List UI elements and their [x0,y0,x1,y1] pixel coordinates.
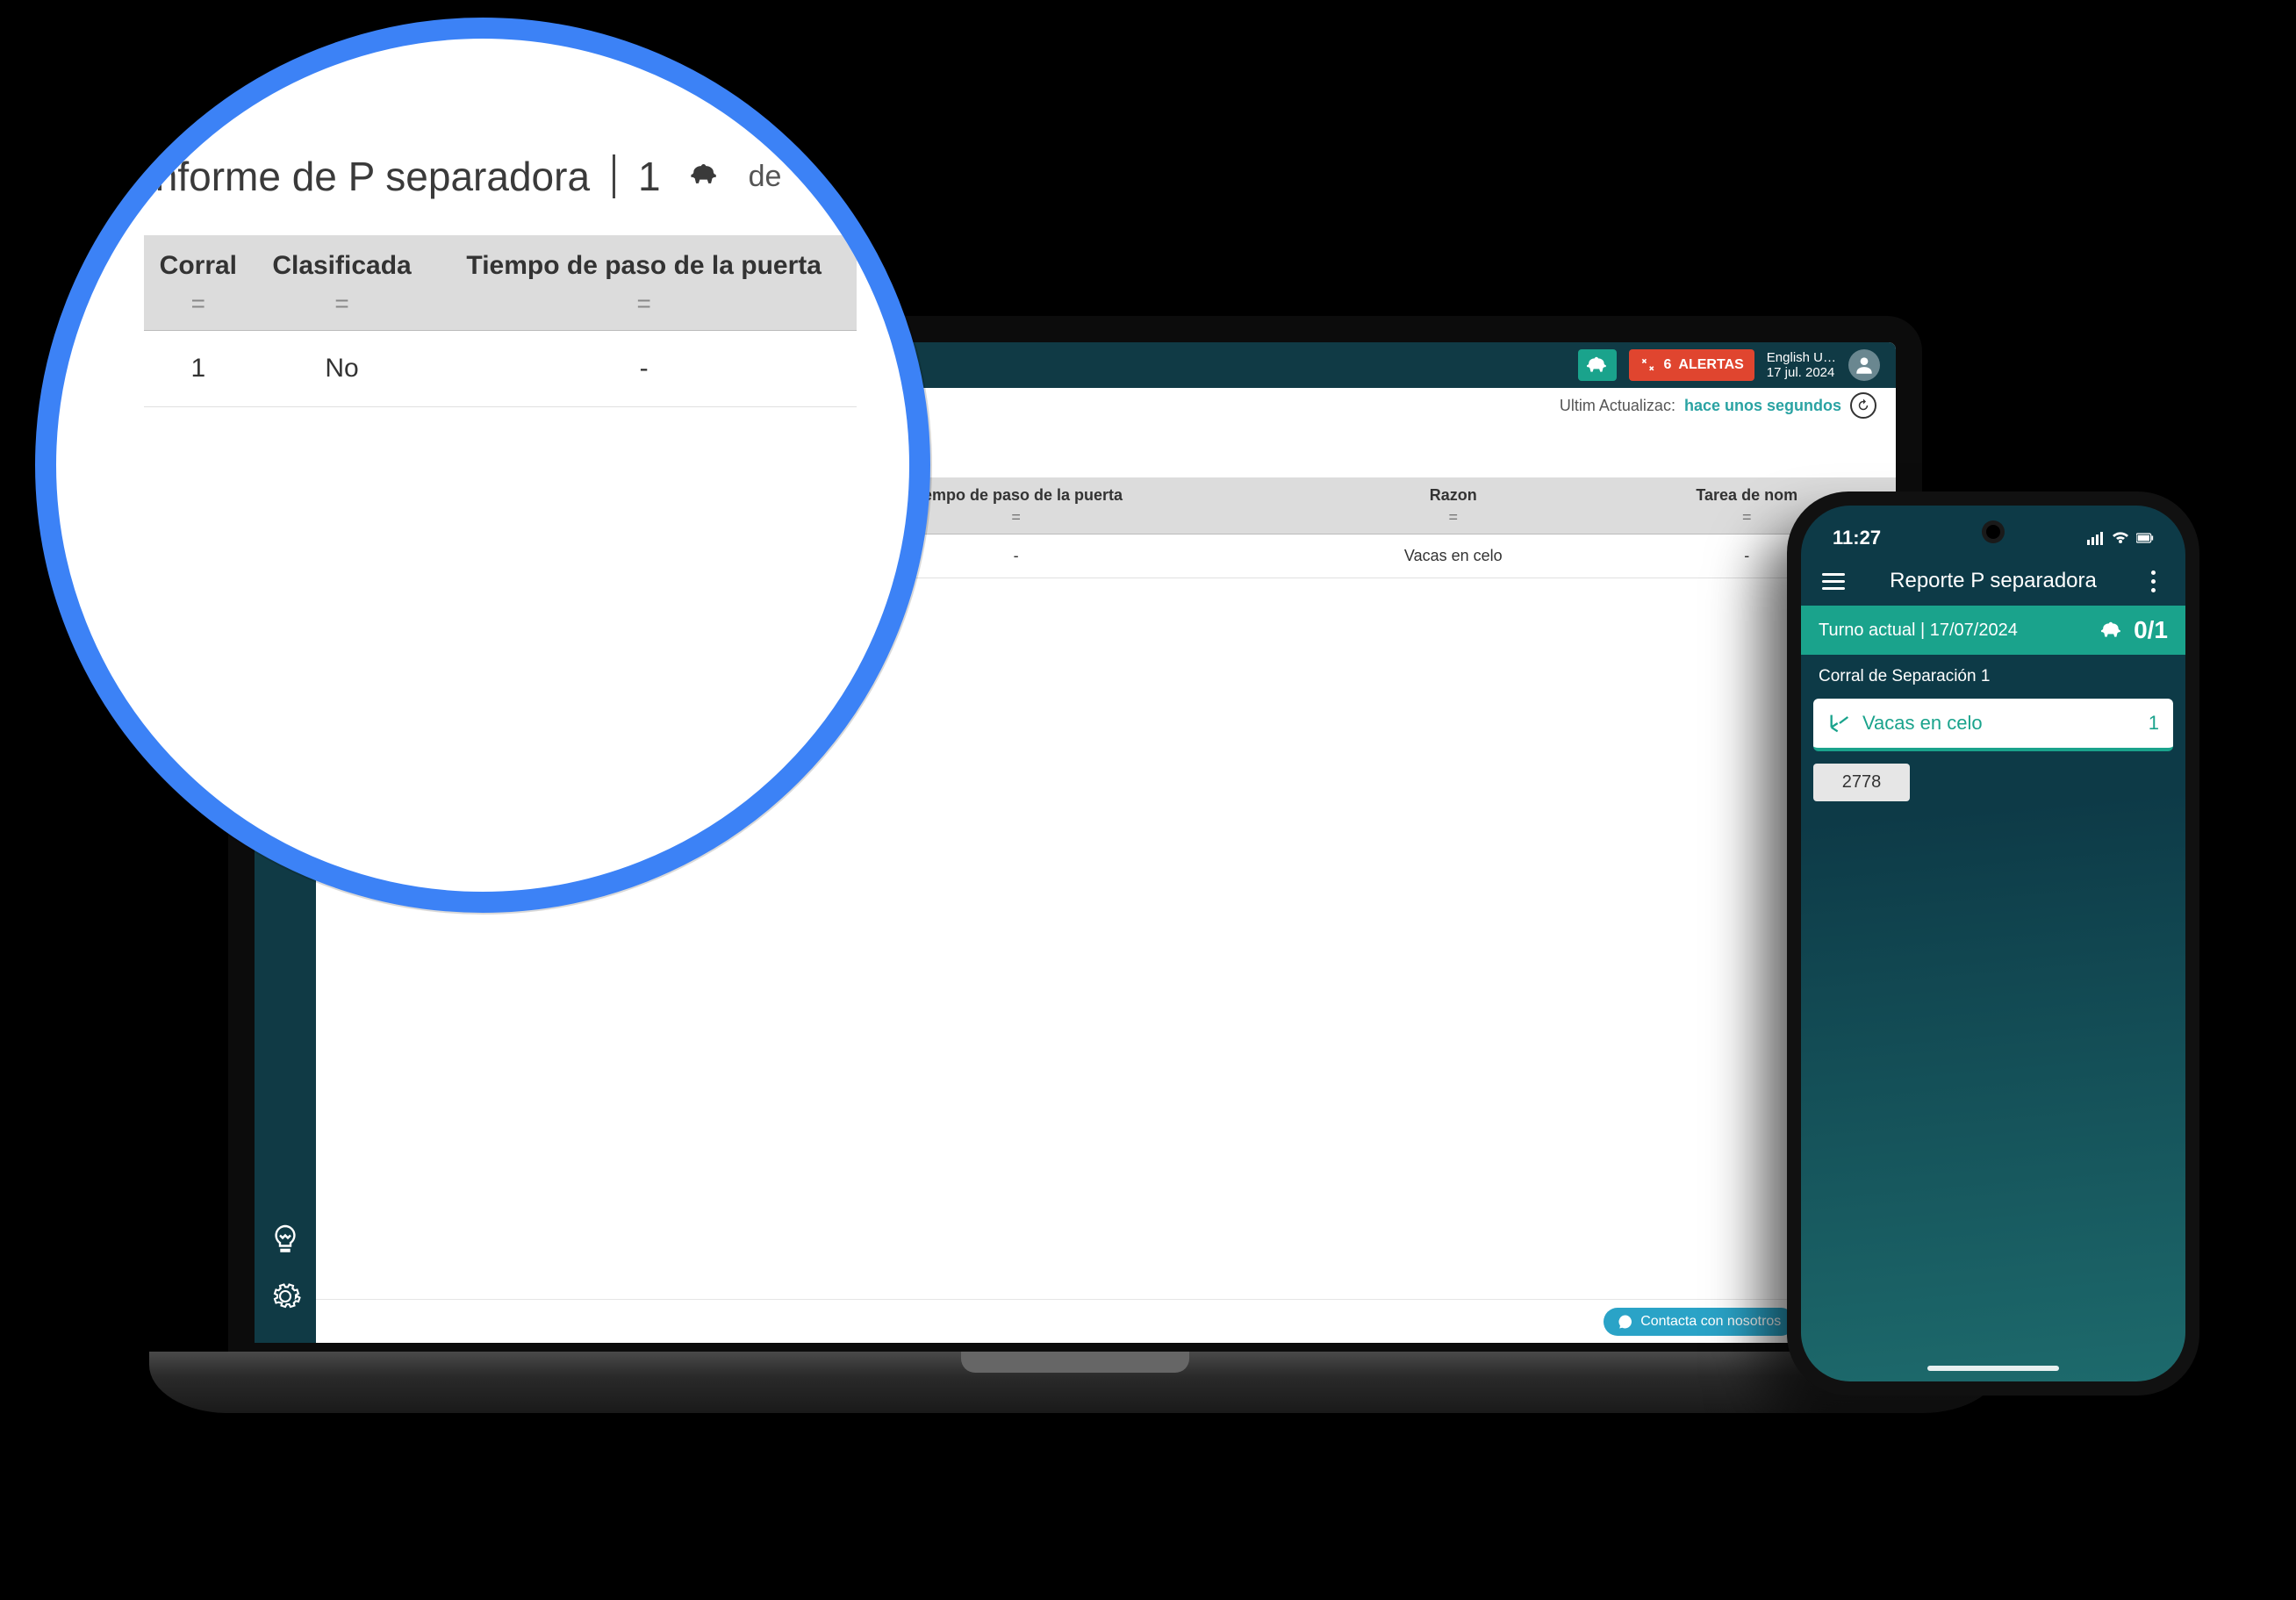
mag-col-corral[interactable]: Corral [144,235,253,286]
update-label: Ultim Actualizac: [1560,397,1675,415]
settings-icon[interactable] [269,1281,301,1317]
mag-title: Informe de P separadora [144,153,590,200]
language-date[interactable]: English U… 17 jul. 2024 [1767,350,1836,381]
battery-icon [2136,531,2154,545]
menu-button[interactable] [1820,573,1847,590]
shift-count: 0/1 [2134,616,2168,644]
topbar-date: 17 jul. 2024 [1767,365,1836,380]
sort-gate-icon [1827,711,1852,735]
card-label: Vacas en celo [1862,712,1983,735]
phone-camera [1986,525,2000,539]
mag-total: 1 [804,160,821,194]
wifi-icon [2112,531,2129,545]
alerts-button[interactable]: 6 ALERTAS [1629,349,1754,381]
cow-run-icon [2097,619,2127,642]
home-indicator[interactable] [1927,1366,2059,1371]
section-label: Corral de Separación 1 [1801,655,2185,699]
mag-header: Informe de P separadora 1 de 1 [144,153,857,200]
card-count: 1 [2149,712,2159,735]
phone-frame: 11:27 Reporte P separadora Turno actual … [1787,491,2199,1396]
shift-bar[interactable]: Turno actual | 17/07/2024 0/1 [1801,606,2185,655]
reason-card[interactable]: Vacas en celo 1 [1813,699,2173,751]
phone-topbar: Reporte P separadora [1801,556,2185,606]
mag-count: 1 [638,153,661,200]
footer: Contacta con nosotros | Acerc [316,1299,1896,1343]
phone-title: Reporte P separadora [1890,569,2097,593]
mag-col-clasificada[interactable]: Clasificada [253,235,432,286]
cow-icon [684,160,726,194]
user-avatar[interactable] [1848,349,1880,381]
cow-id-chip[interactable]: 2778 [1813,764,1910,801]
mag-cell-clasificada: No [253,331,432,407]
cow-indicator-button[interactable] [1578,349,1617,381]
tips-icon[interactable] [269,1223,301,1259]
filter-razon[interactable]: = [1309,508,1597,535]
mag-table: Corral Clasificada Tiempo de paso de la … [144,235,857,407]
alerts-count: 6 [1664,357,1672,373]
contact-label: Contacta con nosotros [1640,1314,1781,1330]
update-ago: hace unos segundos [1684,397,1841,415]
mag-cell-tiempo: - [431,331,857,407]
table-row[interactable]: 1 No - [144,331,857,407]
magnifier-lens: Informe de P separadora 1 de 1 Corral Cl… [35,18,930,913]
divider [613,154,615,198]
mag-cell-corral: 1 [144,331,253,407]
laptop-base [149,1352,2001,1413]
signal-icon [2087,531,2105,545]
more-button[interactable] [2140,570,2166,592]
mag-filter[interactable]: = [144,286,253,331]
alerts-label: ALERTAS [1678,357,1743,373]
mag-de: de [749,160,782,194]
cell-razon: Vacas en celo [1309,535,1597,578]
mag-col-tiempo[interactable]: Tiempo de paso de la puerta [431,235,857,286]
mag-filter[interactable]: = [431,286,857,331]
phone-screen: 11:27 Reporte P separadora Turno actual … [1801,506,2185,1381]
shift-label: Turno actual | 17/07/2024 [1819,621,2018,641]
mag-filter[interactable]: = [253,286,432,331]
refresh-button[interactable] [1850,392,1876,419]
language-label: English U… [1767,350,1836,365]
status-time: 11:27 [1833,527,1881,549]
contact-button[interactable]: Contacta con nosotros [1604,1308,1795,1336]
col-razon[interactable]: Razon [1309,477,1597,508]
